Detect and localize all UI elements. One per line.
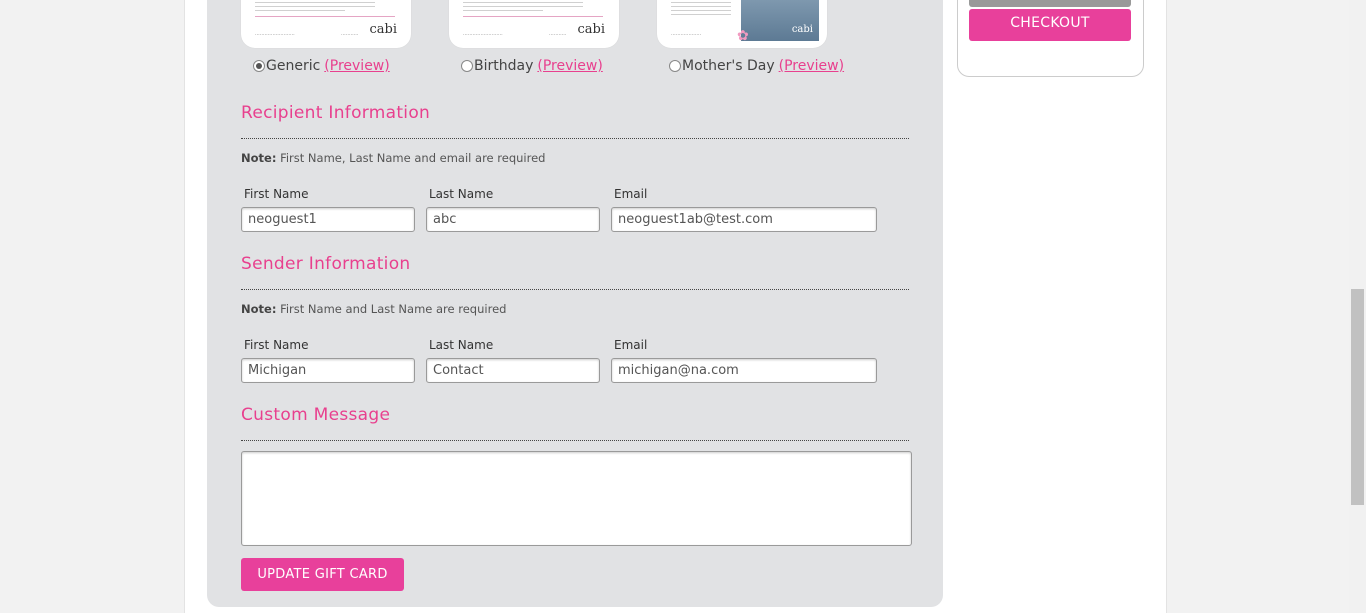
recipient-last-name-label: Last Name [429,187,494,201]
card-thumbnail-birthday[interactable]: ························· ··········· ca… [449,0,619,48]
recipient-first-name-input[interactable]: neoguest1 [241,207,415,232]
scrollbar-thumb[interactable] [1351,289,1364,505]
card-divider [255,16,395,17]
divider [241,289,909,290]
scrollbar[interactable] [1349,0,1366,613]
sender-first-name-label: First Name [244,338,309,352]
card-thumbnail-generic[interactable]: ························· ··········· ca… [241,0,411,48]
sender-email-label: Email [614,338,648,352]
card-option-label: Mother's Day [682,58,775,74]
radio-generic[interactable] [253,60,265,72]
sender-first-name-input[interactable]: Michigan [241,358,415,383]
card-footer-text: ························· [463,32,503,38]
flower-icon: ✿ [737,28,749,44]
cart-summary-bar [969,0,1131,7]
recipient-note: Note: First Name, Last Name and email ar… [241,151,545,165]
radio-birthday[interactable] [461,60,473,72]
recipient-first-name-label: First Name [244,187,309,201]
sender-note: Note: First Name and Last Name are requi… [241,302,506,316]
sender-email-input[interactable]: michigan@na.com [611,358,877,383]
recipient-section-title: Recipient Information [241,103,431,123]
divider [241,138,909,139]
recipient-last-name-input[interactable]: abc [426,207,600,232]
note-label: Note: [241,302,277,316]
card-footer-text: ························· [255,32,295,38]
card-text-lines [255,2,375,14]
card-option-generic[interactable]: Generic (Preview) [253,58,390,74]
radio-mothers-day[interactable] [669,60,681,72]
preview-link-mothers-day[interactable]: (Preview) [779,58,844,74]
card-footer-text: ··········· [549,32,567,38]
card-option-birthday[interactable]: Birthday (Preview) [461,58,603,74]
card-footer-text: ··········· [341,32,359,38]
note-text: First Name, Last Name and email are requ… [280,151,546,165]
checkout-button[interactable]: CHECKOUT [969,9,1131,41]
sender-section-title: Sender Information [241,254,411,274]
card-thumbnail-mothers-day[interactable]: ✿ ··················· cabi [657,0,827,48]
card-logo: cabi [577,22,605,37]
card-logo: cabi [369,22,397,37]
preview-link-generic[interactable]: (Preview) [324,58,389,74]
card-logo: cabi [791,24,813,35]
preview-link-birthday[interactable]: (Preview) [537,58,602,74]
custom-message-textarea[interactable] [241,451,912,546]
note-text: First Name and Last Name are required [280,302,507,316]
sender-last-name-label: Last Name [429,338,494,352]
card-option-label: Generic [266,58,321,74]
sender-last-name-input[interactable]: Contact [426,358,600,383]
custom-message-title: Custom Message [241,405,391,425]
recipient-email-label: Email [614,187,648,201]
note-label: Note: [241,151,277,165]
card-text-lines [671,2,731,18]
card-text-lines [463,2,583,14]
card-footer-text: ··················· [671,32,702,38]
card-option-mothers-day[interactable]: Mother's Day (Preview) [669,58,844,74]
recipient-email-input[interactable]: neoguest1ab@test.com [611,207,877,232]
update-gift-card-button[interactable]: UPDATE GIFT CARD [241,558,404,591]
divider [241,440,909,441]
card-divider [463,16,603,17]
card-option-label: Birthday [474,58,534,74]
